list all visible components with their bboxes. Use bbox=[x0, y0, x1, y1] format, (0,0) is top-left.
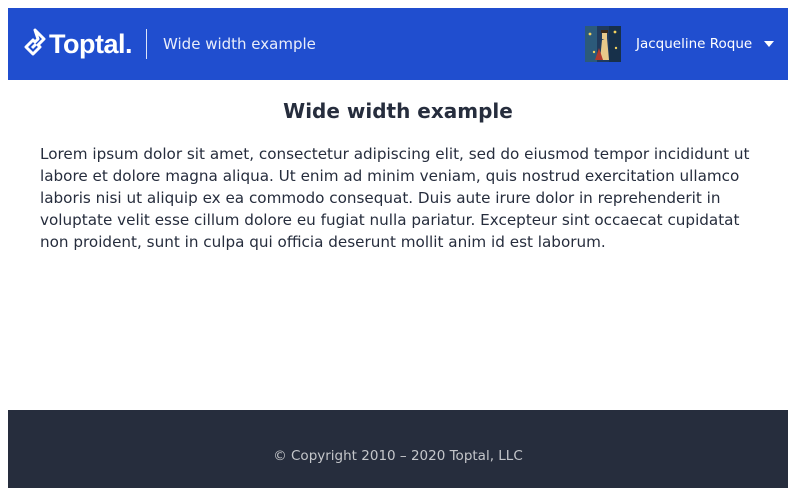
toptal-logo-mark-icon bbox=[24, 28, 46, 56]
user-avatar-image bbox=[585, 26, 621, 62]
page: Toptal. Wide width example Jacqueline Ro… bbox=[8, 8, 788, 488]
body-paragraph: Lorem ipsum dolor sit amet, consectetur … bbox=[40, 145, 750, 251]
page-title: Wide width example bbox=[283, 99, 513, 123]
user-name[interactable]: Jacqueline Roque bbox=[636, 34, 752, 54]
copyright-text: © Copyright 2010 – 2020 Toptal, LLC bbox=[273, 448, 523, 464]
user-menu[interactable]: Jacqueline Roque bbox=[585, 26, 775, 62]
footer: © Copyright 2010 – 2020 Toptal, LLC bbox=[8, 410, 788, 488]
user-avatar[interactable] bbox=[585, 26, 621, 62]
caret-down-icon[interactable] bbox=[764, 41, 775, 47]
header-divider bbox=[146, 29, 147, 59]
logo-wordmark: Toptal. bbox=[49, 29, 133, 59]
top-bar: Toptal. Wide width example Jacqueline Ro… bbox=[8, 8, 788, 80]
toptal-logo[interactable]: Toptal. bbox=[24, 28, 133, 60]
header-page-heading: Wide width example bbox=[163, 35, 316, 53]
